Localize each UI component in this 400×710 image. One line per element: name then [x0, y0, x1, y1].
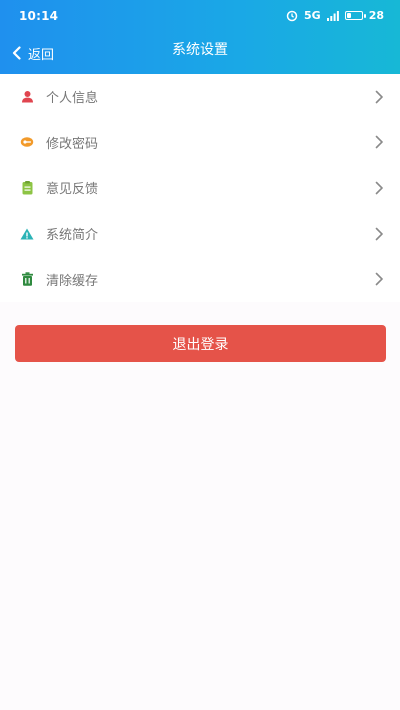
- chevron-right-icon: [375, 227, 383, 240]
- chevron-right-icon: [375, 136, 383, 149]
- logout-button[interactable]: 退出登录: [15, 325, 386, 362]
- settings-item-label: 个人信息: [46, 91, 99, 107]
- battery-icon: [344, 11, 366, 20]
- signal-icon: [326, 10, 339, 21]
- chevron-right-icon: [375, 90, 383, 104]
- top-bar: 10:14 5G 28 系统设置 返回: [0, 0, 400, 74]
- chevron-left-icon: [12, 46, 21, 60]
- status-time: 10:14: [19, 9, 59, 23]
- settings-item-feedback[interactable]: 意见反馈: [0, 165, 400, 211]
- key-icon: [20, 135, 34, 149]
- page-title: 系统设置: [172, 42, 228, 58]
- settings-item-clear-cache[interactable]: 清除缓存: [0, 256, 400, 302]
- settings-item-label: 意见反馈: [46, 182, 99, 198]
- nav-bar: 系统设置 返回: [0, 32, 400, 74]
- settings-item-label: 修改密码: [46, 136, 99, 152]
- person-icon: [20, 90, 34, 104]
- signal-label: 5G: [304, 9, 321, 22]
- alarm-icon: [286, 10, 298, 21]
- trash-icon: [20, 272, 34, 286]
- settings-list: 个人信息 修改密码 意见反馈 系统简介 清除缓存: [0, 74, 400, 302]
- status-icons: 5G 28: [286, 9, 384, 22]
- chevron-right-icon: [375, 272, 383, 286]
- settings-item-profile[interactable]: 个人信息: [0, 74, 400, 120]
- settings-item-label: 清除缓存: [46, 273, 99, 289]
- settings-item-change-password[interactable]: 修改密码: [0, 120, 400, 166]
- chevron-right-icon: [375, 181, 383, 195]
- info-triangle-icon: [20, 227, 34, 241]
- settings-item-label: 系统简介: [46, 228, 99, 244]
- status-bar: 10:14 5G 28: [0, 0, 400, 32]
- settings-item-about[interactable]: 系统简介: [0, 211, 400, 257]
- back-button[interactable]: 返回: [12, 32, 54, 74]
- back-label: 返回: [28, 47, 55, 63]
- feedback-icon: [20, 180, 34, 195]
- battery-percent: 28: [368, 9, 384, 22]
- battery-fill: [346, 13, 352, 18]
